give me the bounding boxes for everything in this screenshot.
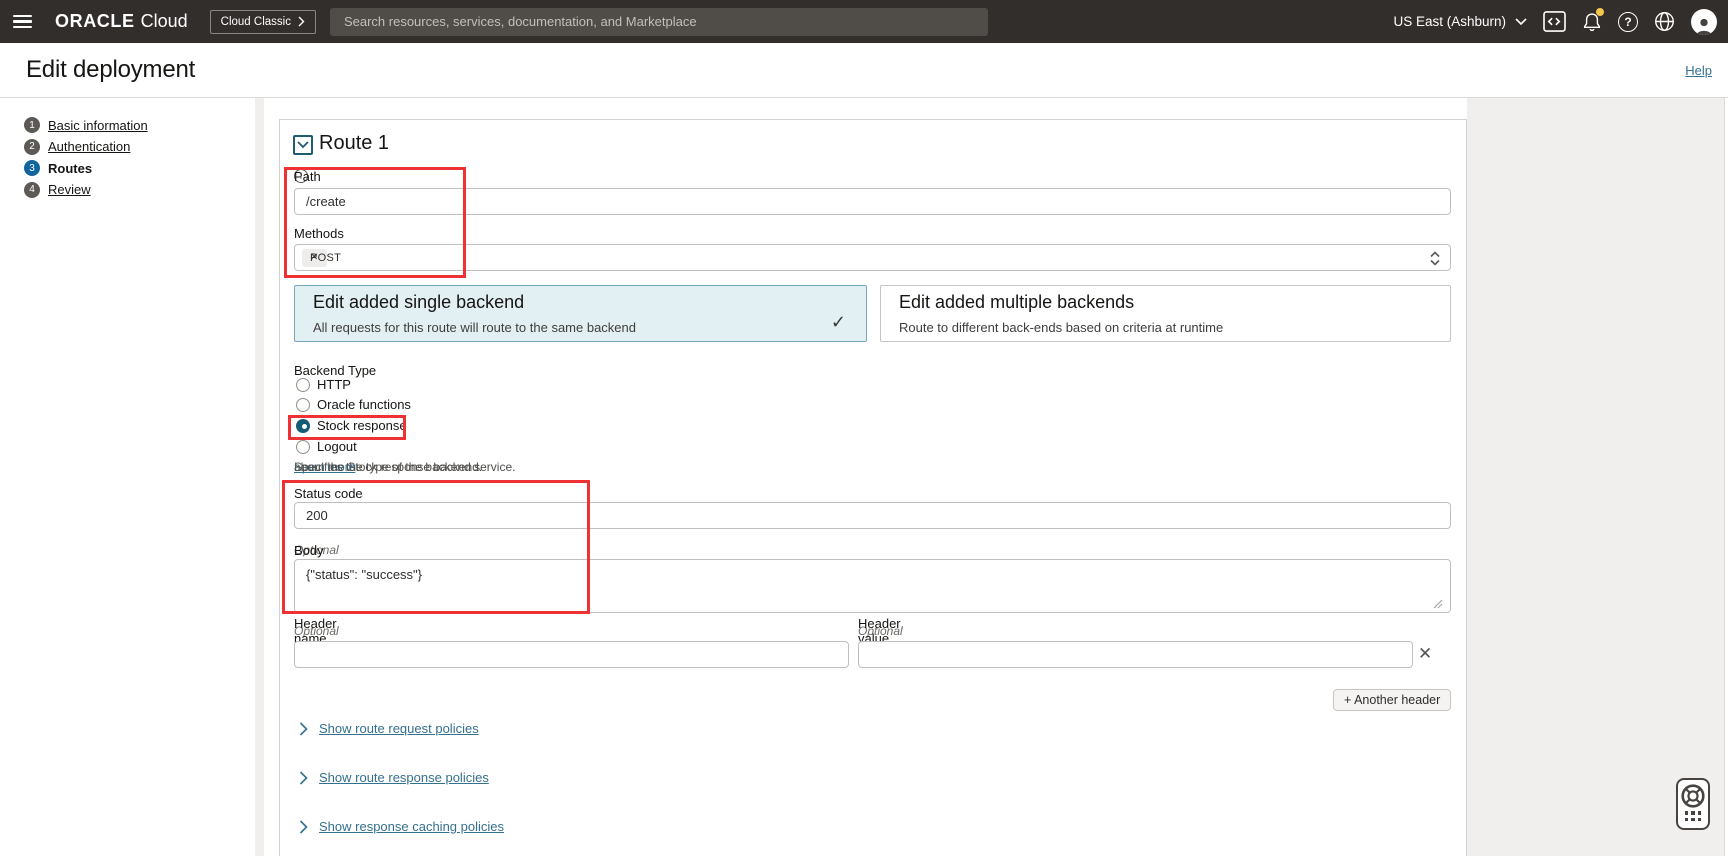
region-label: US East (Ashburn) [1393, 14, 1506, 29]
chevron-down-icon [297, 141, 309, 149]
cloud-shell-icon[interactable] [1543, 11, 1566, 32]
another-header-button[interactable]: + Another header [1333, 689, 1451, 711]
body-label: Body [294, 543, 324, 558]
step-label: Authentication [48, 139, 130, 154]
question-glyph: ? [1624, 15, 1631, 29]
policy-toggle-route-request[interactable]: Show route request policies [299, 721, 479, 736]
step-label: Basic information [48, 118, 148, 133]
status-code-label: Status code [294, 486, 363, 501]
card-description: All requests for this route will route t… [313, 320, 636, 335]
info-glyph: i [300, 171, 302, 181]
helper-suffix: about the Stock response backend. [294, 460, 482, 474]
step-number-badge: 4 [24, 182, 40, 198]
radio-label: HTTP [317, 377, 351, 392]
drag-dots-icon [1685, 811, 1702, 821]
radio-label: Oracle functions [317, 397, 411, 412]
header-value-input[interactable] [858, 641, 1413, 668]
wizard-step-routes[interactable]: 3 Routes [24, 160, 148, 176]
page-header: Edit deployment Help [0, 43, 1728, 98]
cloud-classic-button[interactable]: Cloud Classic [210, 10, 316, 34]
radio-label: Logout [317, 439, 357, 454]
header-name-label-row: Header name Optional [294, 624, 339, 638]
radio-label: Stock response [317, 418, 407, 433]
step-number-badge: 1 [24, 117, 40, 133]
user-avatar[interactable] [1691, 9, 1717, 35]
support-widget[interactable] [1676, 778, 1710, 830]
globe-icon[interactable] [1654, 11, 1675, 32]
selected-check-icon: ✓ [831, 312, 846, 333]
route-title: Route 1 [319, 132, 389, 155]
body-label-row: Body Optional [294, 543, 339, 557]
single-backend-card[interactable]: Edit added single backend All requests f… [294, 285, 867, 342]
scrollbar-track[interactable] [1724, 98, 1728, 856]
chevron-right-icon [299, 820, 308, 834]
chevron-right-icon [298, 16, 305, 27]
policy-link[interactable]: Show route request policies [319, 721, 479, 736]
radio-logout[interactable]: Logout [296, 439, 357, 454]
backend-type-label: Backend Type [294, 363, 376, 378]
page-title: Edit deployment [26, 56, 195, 84]
step-number-badge: 3 [24, 160, 40, 176]
method-chip-post: POST ✕ [302, 249, 327, 267]
card-title: Edit added multiple backends [899, 292, 1134, 313]
wizard-nav: 1 Basic information 2 Authentication 3 R… [24, 117, 148, 198]
radio-control[interactable] [296, 378, 310, 392]
route-card: Route 1 Path i Methods POST ✕ Edit added… [279, 119, 1467, 856]
header-value-label-row: Header value Optional [858, 624, 903, 638]
cloud-classic-label: Cloud Classic [221, 16, 291, 28]
step-number-badge: 2 [24, 139, 40, 155]
wizard-step-authentication[interactable]: 2 Authentication [24, 139, 148, 155]
resize-handle[interactable] [1432, 598, 1443, 609]
topbar-right-group: US East (Ashburn) ? [1393, 9, 1717, 35]
oracle-cloud-logo[interactable]: ORACLE Cloud [55, 11, 188, 32]
region-selector[interactable]: US East (Ashburn) [1393, 14, 1527, 29]
chevron-right-icon [299, 722, 308, 736]
chevron-down-icon [1515, 18, 1527, 26]
remove-header-button[interactable]: ✕ [1418, 644, 1432, 664]
policy-link[interactable]: Show route response policies [319, 770, 489, 785]
methods-select[interactable]: POST ✕ [294, 244, 1451, 271]
life-ring-icon [1680, 783, 1706, 809]
header-name-input[interactable] [294, 641, 849, 668]
right-background-panel [1467, 98, 1724, 856]
global-search-input[interactable] [330, 8, 988, 36]
wizard-step-review[interactable]: 4 Review [24, 182, 148, 198]
menu-icon[interactable] [13, 15, 32, 28]
help-link[interactable]: Help [1685, 63, 1712, 78]
radio-http[interactable]: HTTP [296, 377, 351, 392]
policy-toggle-route-response[interactable]: Show route response policies [299, 770, 489, 785]
card-title: Edit added single backend [313, 292, 524, 313]
wizard-step-basic-information[interactable]: 1 Basic information [24, 117, 148, 133]
chevron-right-icon [299, 771, 308, 785]
help-icon[interactable]: ? [1618, 12, 1638, 32]
brand-cloud: Cloud [141, 11, 188, 32]
card-description: Route to different back-ends based on cr… [899, 320, 1223, 335]
radio-stock-response[interactable]: Stock response [296, 418, 407, 433]
brand-oracle: ORACLE [55, 11, 135, 32]
path-label-row: Path i [294, 169, 308, 183]
multiple-backend-card[interactable]: Edit added multiple backends Route to di… [880, 285, 1451, 342]
body-textarea[interactable]: {"status": "success"} [294, 559, 1451, 613]
status-code-input[interactable] [294, 502, 1451, 529]
path-label: Path [294, 169, 321, 184]
notification-badge [1596, 8, 1604, 16]
radio-control[interactable] [296, 398, 310, 412]
screen: ORACLE Cloud Cloud Classic US East (Ashb… [0, 0, 1728, 856]
notifications-icon[interactable] [1582, 11, 1602, 33]
select-stepper-icon[interactable] [1429, 251, 1441, 266]
route-collapse-toggle[interactable] [293, 135, 313, 155]
step-label: Routes [48, 161, 92, 176]
policy-link[interactable]: Show response caching policies [319, 819, 504, 834]
path-input[interactable] [294, 188, 1451, 215]
content-gutter [255, 98, 264, 856]
radio-oracle-functions[interactable]: Oracle functions [296, 397, 411, 412]
policy-toggle-response-caching[interactable]: Show response caching policies [299, 819, 504, 834]
step-label: Review [48, 182, 91, 197]
method-chip-label: POST [310, 252, 341, 264]
radio-control[interactable] [296, 440, 310, 454]
methods-label: Methods [294, 226, 344, 241]
radio-control[interactable] [296, 419, 310, 433]
top-bar: ORACLE Cloud Cloud Classic US East (Ashb… [0, 0, 1728, 43]
